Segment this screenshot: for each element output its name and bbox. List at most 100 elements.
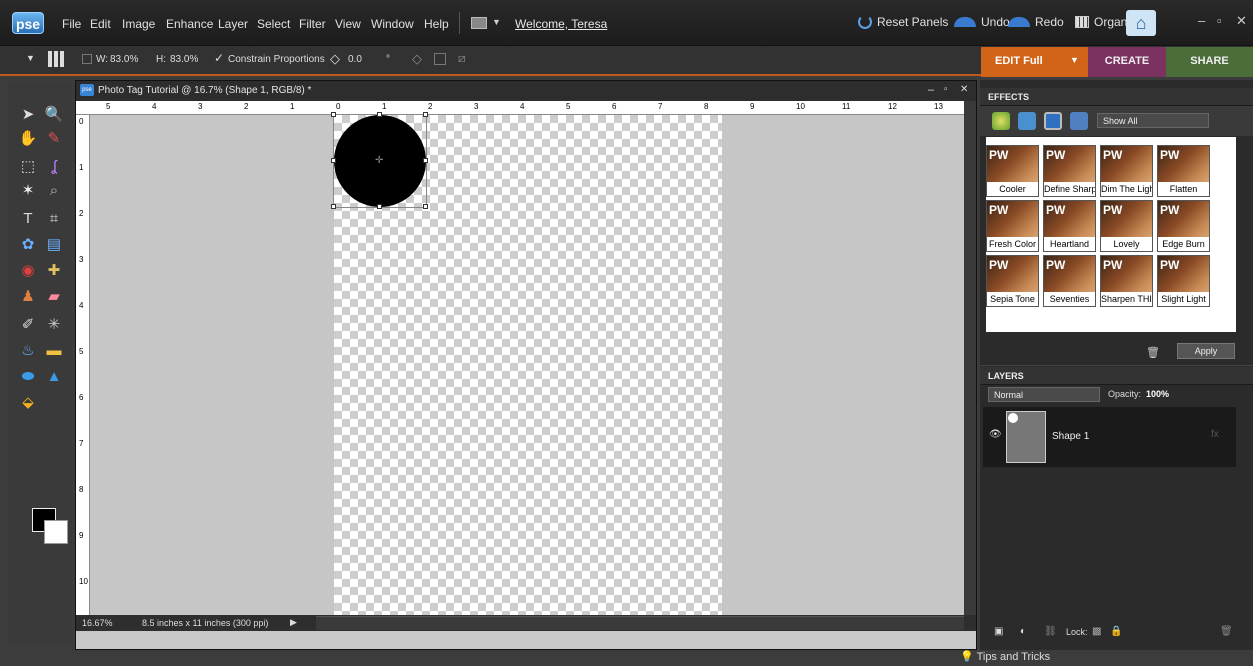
status-arrow-icon[interactable]: ▶ — [290, 617, 297, 628]
sponge-tool-icon[interactable]: ⬙ — [16, 390, 40, 414]
effect-thumbnail[interactable]: PW Heartland — [1043, 200, 1096, 252]
eye-icon[interactable]: 👁 — [989, 429, 1002, 440]
doc-maximize-button[interactable]: ▫ — [944, 84, 948, 95]
vertical-scrollbar[interactable] — [964, 101, 976, 615]
constrain-proportions-label[interactable]: Constrain Proportions — [228, 54, 325, 65]
perspective-icon[interactable]: ⧄ — [458, 51, 466, 66]
width-field[interactable]: 83.0% — [110, 54, 138, 65]
move-tool-icon[interactable]: ➤ — [16, 102, 40, 126]
menu-filter[interactable]: Filter — [299, 17, 326, 31]
minimize-button[interactable]: – — [1198, 13, 1205, 28]
chevron-down-icon[interactable]: ▼ — [26, 53, 35, 63]
effect-thumbnail[interactable]: PW Cooler — [986, 145, 1039, 197]
chevron-down-icon[interactable]: ▼ — [1070, 55, 1079, 65]
zoom-tool-icon[interactable]: 🔍 — [42, 102, 66, 126]
menu-file[interactable]: File — [62, 17, 81, 31]
paint-bucket-icon[interactable]: ♨ — [16, 338, 40, 362]
layer-styles-icon[interactable] — [1018, 112, 1036, 130]
effect-thumbnail[interactable]: PW Lovely — [1100, 200, 1153, 252]
smart-brush-icon[interactable]: ✳ — [42, 312, 66, 336]
checkmark-icon[interactable]: ✓ — [214, 51, 224, 65]
menu-select[interactable]: Select — [257, 17, 290, 31]
transform-handle[interactable] — [331, 204, 336, 209]
effects-filter-dropdown[interactable]: Show All — [1097, 113, 1209, 128]
effect-thumbnail[interactable]: PW Edge Burn — [1157, 200, 1210, 252]
tips-and-tricks[interactable]: 💡 Tips and Tricks — [960, 650, 1050, 663]
maximize-button[interactable]: ▫ — [1217, 13, 1222, 28]
close-button[interactable]: ✕ — [1236, 13, 1247, 29]
cookie-cutter-icon[interactable]: ✿ — [16, 232, 40, 256]
gradient-icon[interactable]: ▬ — [42, 338, 66, 362]
magic-wand-icon[interactable]: ✶ — [16, 178, 40, 202]
menu-enhance[interactable]: Enhance — [166, 17, 213, 31]
canvas-area[interactable]: ✛ — [90, 112, 964, 615]
center-point-icon[interactable]: ✛ — [375, 155, 383, 166]
filters-icon[interactable] — [992, 112, 1010, 130]
distort-icon[interactable] — [434, 53, 446, 65]
effect-thumbnail[interactable]: PW Fresh Color — [986, 200, 1039, 252]
straighten-icon[interactable]: ▤ — [42, 232, 66, 256]
trash-icon[interactable]: 🗑 — [1146, 346, 1160, 359]
opacity-field[interactable]: 100% — [1146, 389, 1169, 399]
menu-layer[interactable]: Layer — [218, 17, 248, 31]
home-button[interactable]: ⌂ — [1126, 10, 1156, 36]
lock-transparent-icon[interactable]: ▩ — [1092, 626, 1101, 637]
quick-selection-icon[interactable]: ⌕ — [42, 178, 66, 202]
transform-bounding-box[interactable]: ✛ — [331, 112, 428, 209]
blur-tool-icon[interactable]: ▲ — [42, 364, 66, 388]
layer-name[interactable]: Shape 1 — [1052, 431, 1089, 442]
effect-thumbnail[interactable]: PW Flatten — [1157, 145, 1210, 197]
chevron-down-icon[interactable]: ▼ — [492, 17, 501, 27]
shape-tool-icon[interactable]: ⬬ — [16, 364, 40, 388]
undo-button[interactable]: Undo — [954, 15, 1010, 29]
transform-handle[interactable] — [377, 204, 382, 209]
horizontal-scrollbar[interactable] — [316, 616, 964, 630]
tab-create[interactable]: CREATE — [1088, 47, 1166, 77]
transform-handle[interactable] — [331, 158, 336, 163]
effect-thumbnail[interactable]: PW Define Sharp — [1043, 145, 1096, 197]
effect-thumbnail[interactable]: PW Seventies — [1043, 255, 1096, 307]
brush-icon[interactable]: ✐ — [16, 312, 40, 336]
skew-icon[interactable]: ◇ — [412, 51, 422, 67]
background-color-swatch[interactable] — [44, 520, 68, 544]
effect-thumbnail[interactable]: PW Slight Light — [1157, 255, 1210, 307]
effect-thumbnail[interactable]: PW Dim The Lights — [1100, 145, 1153, 197]
lasso-icon[interactable]: ʆ — [42, 154, 66, 178]
angle-field[interactable]: 0.0 — [348, 54, 362, 65]
transform-handle[interactable] — [423, 204, 428, 209]
reference-point-icon[interactable] — [82, 54, 92, 64]
menu-help[interactable]: Help — [424, 17, 449, 31]
eraser-icon[interactable]: ▰ — [42, 284, 66, 308]
tab-share[interactable]: SHARE — [1166, 47, 1253, 77]
transform-handle[interactable] — [377, 112, 382, 117]
workspace-icon[interactable] — [471, 17, 487, 29]
delete-layer-icon[interactable]: 🗑 — [1220, 626, 1233, 637]
adjustment-layer-icon[interactable]: ◐ — [1020, 626, 1026, 637]
effect-thumbnail[interactable]: PW Sharpen THIS — [1100, 255, 1153, 307]
blend-mode-dropdown[interactable]: Normal — [988, 387, 1100, 402]
layers-panel-header[interactable]: LAYERS — [980, 367, 1253, 385]
eyedropper-icon[interactable]: ✎ — [42, 126, 66, 150]
transform-handle[interactable] — [423, 112, 428, 117]
clone-stamp-icon[interactable]: ♟ — [16, 284, 40, 308]
menu-view[interactable]: View — [335, 17, 361, 31]
healing-brush-icon[interactable]: ✚ — [42, 258, 66, 282]
redo-button[interactable]: Redo — [1008, 15, 1064, 29]
doc-minimize-button[interactable]: – — [928, 84, 934, 96]
photo-effects-icon[interactable] — [1044, 112, 1062, 130]
menu-window[interactable]: Window — [371, 17, 414, 31]
menu-image[interactable]: Image — [122, 17, 155, 31]
apply-button[interactable]: Apply — [1177, 343, 1235, 359]
fx-icon[interactable] — [1070, 112, 1088, 130]
effect-thumbnail[interactable]: PW Sepia Tone — [986, 255, 1039, 307]
height-field[interactable]: 83.0% — [170, 54, 198, 65]
marquee-icon[interactable]: ⬚ — [16, 154, 40, 178]
link-icon[interactable]: ⛓ — [1044, 626, 1057, 637]
welcome-link[interactable]: Welcome, Teresa — [515, 17, 607, 31]
red-eye-icon[interactable]: ◉ — [16, 258, 40, 282]
transform-grid-icon[interactable] — [48, 51, 64, 67]
type-tool-icon[interactable]: T — [16, 206, 40, 230]
zoom-level[interactable]: 16.67% — [82, 618, 113, 628]
doc-close-button[interactable]: ✕ — [960, 84, 968, 95]
new-layer-icon[interactable]: ▣ — [994, 626, 1003, 637]
